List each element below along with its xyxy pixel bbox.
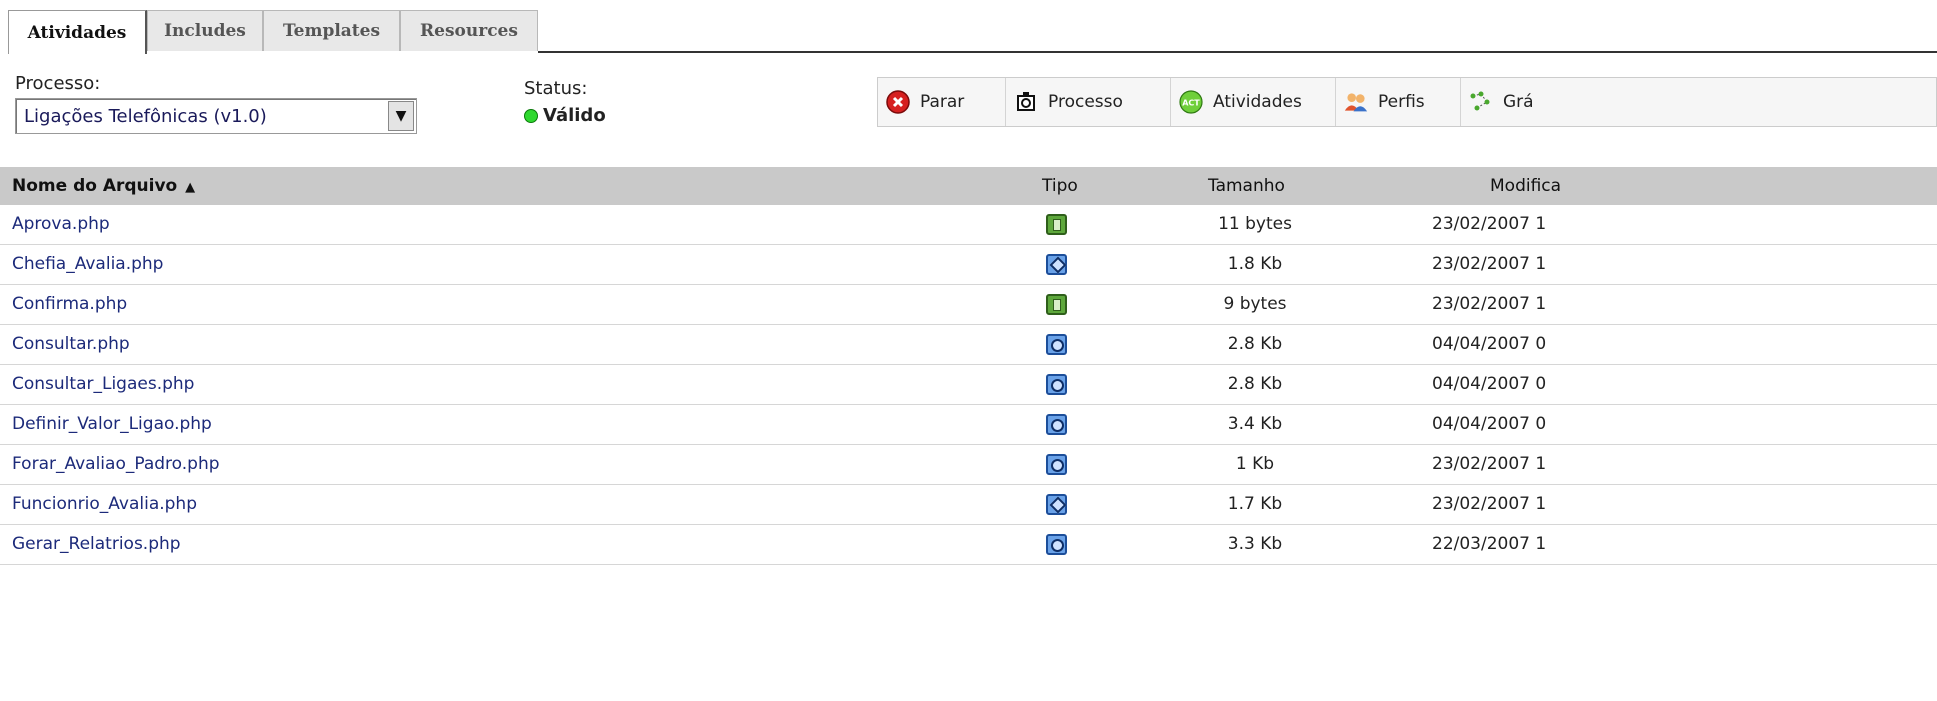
file-name-link[interactable]: Consultar.php [12,334,130,354]
stop-label: Parar [920,92,965,112]
include-file-icon [1046,294,1067,315]
file-modified: 23/02/2007 1 [1432,454,1547,474]
tab-templates[interactable]: Templates [263,10,400,51]
table-row[interactable]: Aprova.php 11 bytes 23/02/2007 1 [0,205,1937,245]
file-name-link[interactable]: Confirma.php [12,294,127,314]
sort-asc-icon: ▲ [185,180,196,195]
table-row[interactable]: Consultar_Ligaes.php 2.8 Kb 04/04/2007 0 [0,365,1937,405]
svg-text:ACT: ACT [1182,99,1200,108]
file-name-link[interactable]: Forar_Avaliao_Padro.php [12,454,220,474]
activity-circle-icon [1046,454,1067,475]
file-modified: 22/03/2007 1 [1432,534,1547,554]
table-row[interactable]: Consultar.php 2.8 Kb 04/04/2007 0 [0,325,1937,365]
graph-icon [1469,90,1493,114]
file-name-link[interactable]: Definir_Valor_Ligao.php [12,414,212,434]
status-text: Válido [543,105,606,126]
tab-bar: Atividades Includes Templates Resources [0,0,1937,54]
column-header-name[interactable]: Nome do Arquivo ▲ [12,176,195,196]
process-select[interactable]: Ligações Telefônicas (v1.0) ▼ [15,98,417,134]
column-header-size[interactable]: Tamanho [1208,176,1285,196]
include-file-icon [1046,214,1067,235]
file-name-link[interactable]: Aprova.php [12,214,110,234]
profiles-button[interactable]: Perfis [1336,78,1461,126]
file-size: 2.8 Kb [1227,334,1283,354]
table-row[interactable]: Definir_Valor_Ligao.php 3.4 Kb 04/04/2007 … [0,405,1937,445]
process-button[interactable]: Processo [1006,78,1171,126]
file-name-link[interactable]: Chefia_Avalia.php [12,254,163,274]
activities-button[interactable]: ACT Atividades [1171,78,1336,126]
chevron-down-icon[interactable]: ▼ [388,101,414,131]
process-select-value: Ligações Telefônicas (v1.0) [24,106,267,127]
graph-label: Grá [1503,92,1534,112]
file-modified: 04/04/2007 0 [1432,414,1547,434]
table-row[interactable]: Forar_Avaliao_Padro.php 1 Kb 23/02/2007 1 [0,445,1937,485]
profiles-label: Perfis [1378,92,1425,112]
activities-icon: ACT [1179,90,1203,114]
file-size: 1.7 Kb [1227,494,1283,514]
activity-diamond-icon [1046,254,1067,275]
process-label-btn: Processo [1048,92,1123,112]
stop-button[interactable]: Parar [886,78,1006,126]
file-size: 9 bytes [1223,294,1287,314]
status-label: Status: [524,78,588,99]
users-icon [1344,90,1368,114]
table-row[interactable]: Funcionrio_Avalia.php 1.7 Kb 23/02/2007 1 [0,485,1937,525]
file-size: 1 Kb [1235,454,1275,474]
file-name-link[interactable]: Gerar_Relatrios.php [12,534,181,554]
file-size: 11 bytes [1218,214,1292,234]
page: Atividades Includes Templates Resources … [0,0,1937,701]
file-size: 2.8 Kb [1227,374,1283,394]
file-modified: 23/02/2007 1 [1432,214,1547,234]
graph-button[interactable]: Grá [1461,78,1551,126]
table-header: Nome do Arquivo ▲ Tipo Tamanho Modifica [0,167,1937,205]
file-size: 3.4 Kb [1227,414,1283,434]
tab-divider [538,51,1937,53]
file-modified: 04/04/2007 0 [1432,374,1547,394]
file-modified: 23/02/2007 1 [1432,294,1547,314]
file-size: 1.8 Kb [1227,254,1283,274]
file-name-link[interactable]: Consultar_Ligaes.php [12,374,194,394]
activity-circle-icon [1046,334,1067,355]
table-row[interactable]: Confirma.php 9 bytes 23/02/2007 1 [0,285,1937,325]
activity-circle-icon [1046,374,1067,395]
activity-circle-icon [1046,534,1067,555]
tab-atividades[interactable]: Atividades [8,10,147,54]
column-header-type[interactable]: Tipo [1042,176,1078,196]
file-modified: 23/02/2007 1 [1432,494,1547,514]
file-modified: 23/02/2007 1 [1432,254,1547,274]
column-header-modified[interactable]: Modifica [1490,176,1561,196]
process-toolbar: Parar Processo ACT Atividades Perfis Grá [877,77,1937,127]
activities-label: Atividades [1213,92,1302,112]
file-name-link[interactable]: Funcionrio_Avalia.php [12,494,197,514]
file-size: 3.3 Kb [1227,534,1283,554]
status-dot-icon [524,108,538,123]
process-icon [1014,90,1038,114]
file-modified: 04/04/2007 0 [1432,334,1547,354]
table-row[interactable]: Gerar_Relatrios.php 3.3 Kb 22/03/2007 1 [0,525,1937,565]
tab-resources[interactable]: Resources [400,10,538,51]
process-label: Processo: [15,73,101,94]
column-header-name-label: Nome do Arquivo [12,176,178,196]
activity-circle-icon [1046,414,1067,435]
activity-diamond-icon [1046,494,1067,515]
status-value: Válido [524,105,606,126]
tab-includes[interactable]: Includes [147,10,263,51]
table-row[interactable]: Chefia_Avalia.php 1.8 Kb 23/02/2007 1 [0,245,1937,285]
stop-icon [886,90,910,114]
